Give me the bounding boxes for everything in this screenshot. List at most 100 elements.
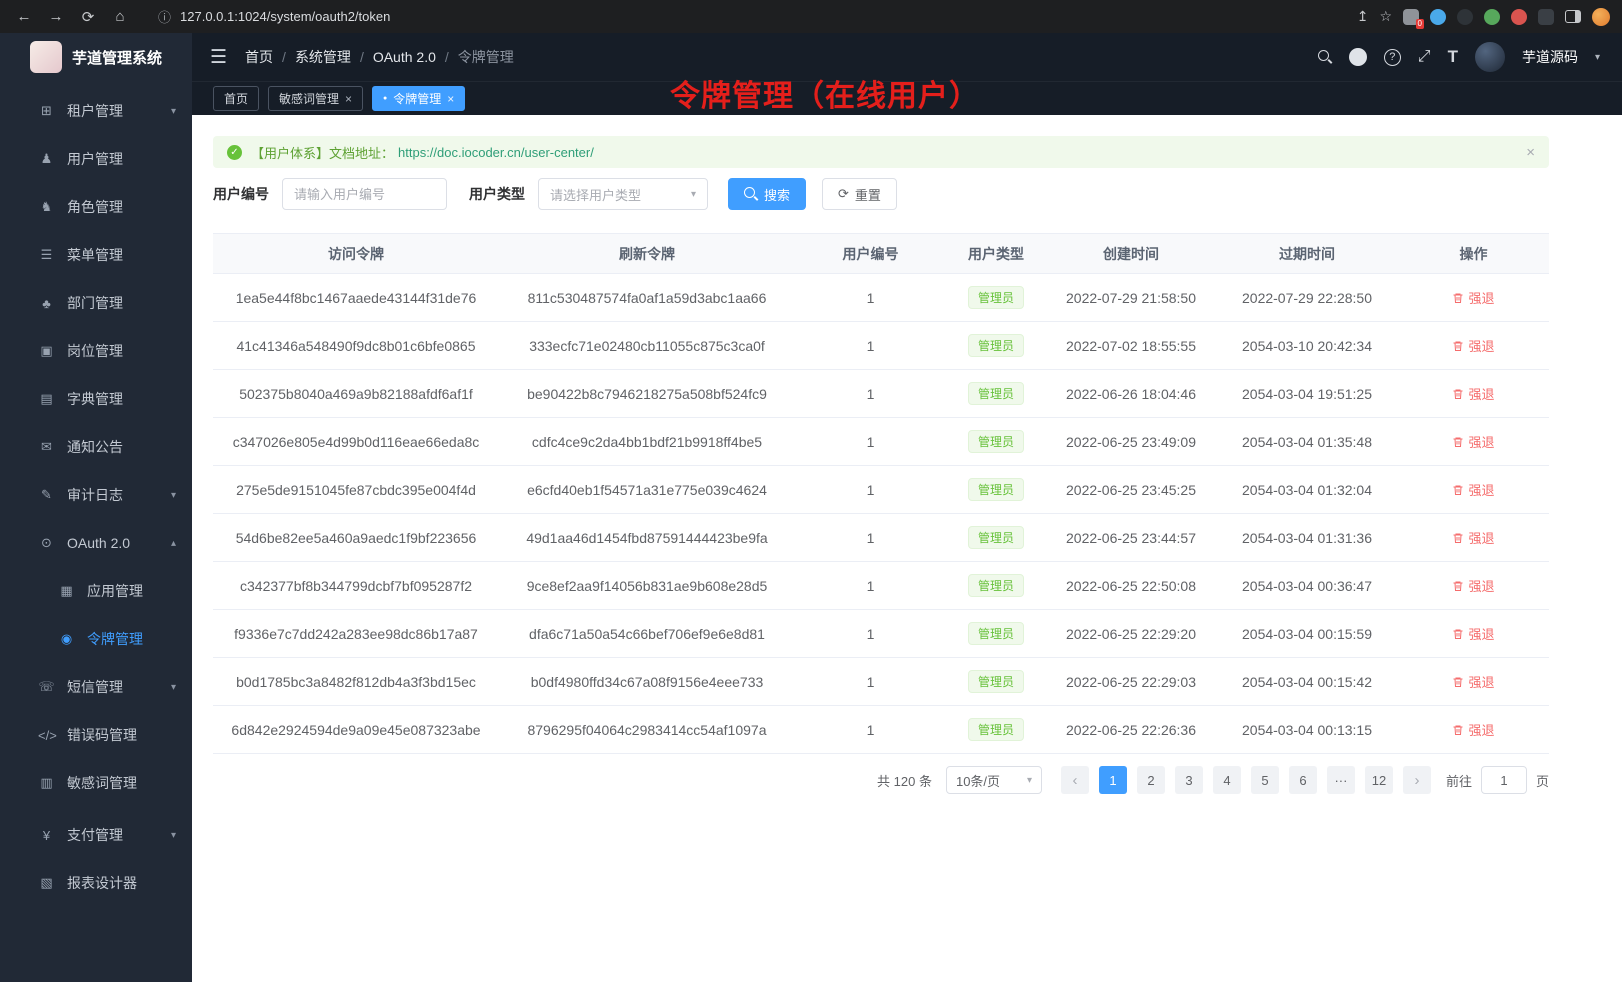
- browser-profile-avatar[interactable]: [1592, 8, 1610, 26]
- breadcrumb-home[interactable]: 首页: [245, 47, 273, 67]
- delete-icon: [1452, 484, 1464, 496]
- doc-link[interactable]: https://doc.iocoder.cn/user-center/: [398, 145, 594, 160]
- col-access-token: 访问令牌: [213, 234, 499, 274]
- user-id-label: 用户编号: [213, 184, 269, 204]
- close-icon[interactable]: ×: [345, 92, 352, 106]
- search-icon: [744, 187, 758, 201]
- user-avatar[interactable]: [1475, 42, 1505, 72]
- header-actions: ? ⤢ T 芋道源码 ▾: [1318, 42, 1600, 72]
- force-logout-button[interactable]: 强退: [1452, 384, 1494, 403]
- tab-sensitive-words[interactable]: 敏感词管理 ×: [268, 86, 363, 111]
- extension-icon[interactable]: [1430, 9, 1446, 25]
- user-type-select[interactable]: 请选择用户类型 ▾: [538, 178, 708, 210]
- force-logout-button[interactable]: 强退: [1452, 720, 1494, 739]
- help-icon[interactable]: ?: [1384, 49, 1401, 66]
- chevron-down-icon[interactable]: ▾: [1595, 52, 1600, 63]
- app-logo-row[interactable]: 芋道管理系统: [0, 33, 192, 81]
- page-button-5[interactable]: 5: [1251, 766, 1279, 794]
- table-row: 1ea5e44f8bc1467aaede43144f31de76 811c530…: [213, 274, 1549, 322]
- app-logo: [30, 41, 62, 73]
- page-button-2[interactable]: 2: [1137, 766, 1165, 794]
- goto-page-input[interactable]: [1481, 766, 1527, 794]
- page-content: ✓ 【用户体系】文档地址： https://doc.iocoder.cn/use…: [192, 115, 1622, 982]
- hamburger-icon[interactable]: ☰: [210, 46, 227, 69]
- extension-icon[interactable]: [1457, 9, 1473, 25]
- prev-page-button[interactable]: ‹: [1061, 766, 1089, 794]
- chevron-down-icon: ▾: [171, 830, 176, 841]
- sidebar-item-sms[interactable]: ☏ 短信管理 ▾: [0, 663, 192, 711]
- page-button-1[interactable]: 1: [1099, 766, 1127, 794]
- force-logout-button[interactable]: 强退: [1452, 432, 1494, 451]
- address-bar[interactable]: ⓘ 127.0.0.1:1024/system/oauth2/token: [140, 7, 1357, 26]
- browser-back-button[interactable]: ←: [12, 8, 36, 25]
- side-panel-icon[interactable]: [1565, 10, 1581, 23]
- delete-icon: [1452, 532, 1464, 544]
- report-icon: ▧: [38, 875, 55, 891]
- github-icon[interactable]: [1349, 48, 1367, 66]
- close-icon[interactable]: ×: [447, 92, 454, 106]
- delete-icon: [1452, 724, 1464, 736]
- force-logout-button[interactable]: 强退: [1452, 336, 1494, 355]
- sidebar-item-dict[interactable]: ▤ 字典管理: [0, 375, 192, 423]
- sidebar-item-notice[interactable]: ✉ 通知公告: [0, 423, 192, 471]
- page-button-4[interactable]: 4: [1213, 766, 1241, 794]
- force-logout-button[interactable]: 强退: [1452, 480, 1494, 499]
- user-id-input[interactable]: [282, 178, 447, 210]
- breadcrumb-system[interactable]: 系统管理: [295, 47, 351, 67]
- breadcrumb-oauth2[interactable]: OAuth 2.0: [373, 49, 436, 65]
- success-check-icon: ✓: [227, 145, 242, 160]
- force-logout-button[interactable]: 强退: [1452, 288, 1494, 307]
- extension-icon[interactable]: [1511, 9, 1527, 25]
- next-page-button[interactable]: ›: [1403, 766, 1431, 794]
- force-logout-button[interactable]: 强退: [1452, 528, 1494, 547]
- sidebar: 芋道管理系统 ⊞ 租户管理 ▾ ♟ 用户管理 ♞ 角色管理: [0, 33, 192, 982]
- sidebar-item-menu[interactable]: ☰ 菜单管理: [0, 231, 192, 279]
- extension-icon[interactable]: 0: [1403, 9, 1419, 25]
- sidebar-item-dept[interactable]: ♣ 部门管理: [0, 279, 192, 327]
- force-logout-button[interactable]: 强退: [1452, 576, 1494, 595]
- sidebar-item-errorcode[interactable]: </> 错误码管理: [0, 711, 192, 759]
- force-logout-button[interactable]: 强退: [1452, 672, 1494, 691]
- site-info-icon[interactable]: ⓘ: [158, 7, 171, 26]
- post-badge-icon: ▣: [38, 343, 55, 359]
- browser-forward-button[interactable]: →: [44, 8, 68, 25]
- bookmark-star-icon[interactable]: ☆: [1379, 8, 1392, 25]
- sidebar-item-payment[interactable]: ¥ 支付管理 ▾: [0, 811, 192, 859]
- fullscreen-icon[interactable]: ⤢: [1418, 48, 1431, 66]
- sidebar-item-tenant[interactable]: ⊞ 租户管理 ▾: [0, 87, 192, 135]
- sidebar-item-post[interactable]: ▣ 岗位管理: [0, 327, 192, 375]
- tab-home[interactable]: 首页: [213, 86, 259, 111]
- alert-close-icon[interactable]: ×: [1526, 144, 1535, 161]
- reset-button[interactable]: ⟳ 重置: [822, 178, 897, 210]
- page-button-6[interactable]: 6: [1289, 766, 1317, 794]
- sidebar-item-oauth2[interactable]: ⊙ OAuth 2.0 ▴: [0, 519, 192, 567]
- sidebar-item-token-mgmt[interactable]: ◉ 令牌管理: [0, 615, 192, 663]
- search-button[interactable]: 搜索: [728, 178, 806, 210]
- table-row: b0d1785bc3a8482f812db4a3f3bd15ec b0df498…: [213, 658, 1549, 706]
- sensitive-words-icon: ▥: [38, 775, 55, 791]
- page-size-select[interactable]: 10条/页 ▾: [946, 766, 1042, 794]
- more-pages-button[interactable]: ···: [1327, 766, 1355, 794]
- extension-icon[interactable]: [1538, 9, 1554, 25]
- page-button-3[interactable]: 3: [1175, 766, 1203, 794]
- doc-alert: ✓ 【用户体系】文档地址： https://doc.iocoder.cn/use…: [213, 136, 1549, 168]
- share-icon[interactable]: ↥: [1357, 8, 1369, 25]
- sidebar-item-auditlog[interactable]: ✎ 审计日志 ▾: [0, 471, 192, 519]
- url-text[interactable]: 127.0.0.1:1024/system/oauth2/token: [180, 9, 390, 24]
- tab-token-mgmt[interactable]: ● 令牌管理 ×: [372, 86, 465, 111]
- sidebar-item-sensitive-words[interactable]: ▥ 敏感词管理: [0, 759, 192, 807]
- screen: ← → ⟳ ⌂ ⓘ 127.0.0.1:1024/system/oauth2/t…: [0, 0, 1622, 982]
- force-logout-button[interactable]: 强退: [1452, 624, 1494, 643]
- page-button-12[interactable]: 12: [1365, 766, 1393, 794]
- search-icon[interactable]: [1318, 50, 1332, 64]
- user-name[interactable]: 芋道源码: [1522, 47, 1578, 67]
- chevron-down-icon: ▾: [691, 189, 696, 200]
- sidebar-item-user[interactable]: ♟ 用户管理: [0, 135, 192, 183]
- browser-reload-button[interactable]: ⟳: [76, 8, 100, 26]
- sidebar-item-report-designer[interactable]: ▧ 报表设计器: [0, 859, 192, 907]
- browser-home-button[interactable]: ⌂: [108, 8, 132, 25]
- sidebar-item-app-mgmt[interactable]: ▦ 应用管理: [0, 567, 192, 615]
- sidebar-item-role[interactable]: ♞ 角色管理: [0, 183, 192, 231]
- font-size-icon[interactable]: T: [1448, 47, 1458, 67]
- extension-icon[interactable]: [1484, 9, 1500, 25]
